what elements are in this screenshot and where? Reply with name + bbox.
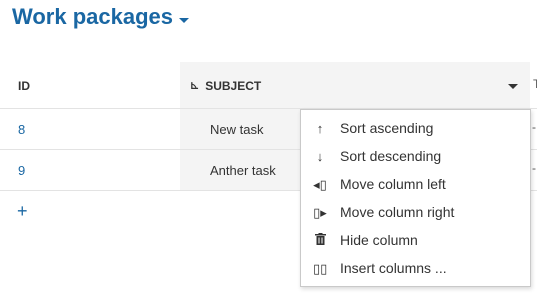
menu-item-label: Insert columns ... xyxy=(340,260,447,276)
column-header-subject[interactable]: ⊾ SUBJECT xyxy=(190,79,261,93)
next-column-cell-edge: - xyxy=(532,161,536,175)
work-package-subject[interactable]: Anther task xyxy=(210,163,276,178)
menu-item-sort-descending[interactable]: ↓ Sort descending xyxy=(301,142,530,170)
menu-item-label: Sort ascending xyxy=(340,120,434,136)
page-title[interactable]: Work packages xyxy=(12,4,190,30)
menu-item-label: Sort descending xyxy=(340,148,442,164)
table-header-row: ID ⊾ SUBJECT T xyxy=(0,62,537,109)
menu-item-hide-column[interactable]: Hide column xyxy=(301,226,530,254)
insert-columns-icon: ▯▯ xyxy=(313,260,328,276)
page-title-text[interactable]: Work packages xyxy=(12,4,173,30)
column-header-id[interactable]: ID xyxy=(18,79,30,93)
work-package-id-link[interactable]: 9 xyxy=(18,163,25,178)
add-work-package-button[interactable]: + xyxy=(17,202,28,220)
menu-item-insert-columns[interactable]: ▯▯ Insert columns ... xyxy=(301,254,530,282)
hierarchy-icon[interactable]: ⊾ xyxy=(190,80,199,92)
menu-item-label: Move column left xyxy=(340,176,446,192)
work-package-subject[interactable]: New task xyxy=(210,122,263,137)
column-menu-caret-icon[interactable] xyxy=(508,84,518,89)
column-header-subject-label[interactable]: SUBJECT xyxy=(205,79,261,93)
trash-icon xyxy=(313,233,327,247)
work-package-id-link[interactable]: 8 xyxy=(18,122,25,137)
column-context-menu: ↑ Sort ascending ↓ Sort descending ◂▯ Mo… xyxy=(300,109,531,287)
menu-item-sort-ascending[interactable]: ↑ Sort ascending xyxy=(301,114,530,142)
sort-ascending-icon: ↑ xyxy=(316,120,324,136)
menu-item-move-column-right[interactable]: ▯▸ Move column right xyxy=(301,198,530,226)
menu-item-move-column-left[interactable]: ◂▯ Move column left xyxy=(301,170,530,198)
move-right-icon: ▯▸ xyxy=(313,204,327,220)
move-left-icon: ◂▯ xyxy=(313,176,327,192)
next-column-cell-edge: - xyxy=(532,120,536,134)
menu-item-label: Move column right xyxy=(340,204,455,220)
sort-descending-icon: ↓ xyxy=(316,148,324,164)
next-column-header-edge: T xyxy=(533,77,537,91)
chevron-down-icon[interactable] xyxy=(179,17,190,23)
menu-item-label: Hide column xyxy=(340,232,418,248)
